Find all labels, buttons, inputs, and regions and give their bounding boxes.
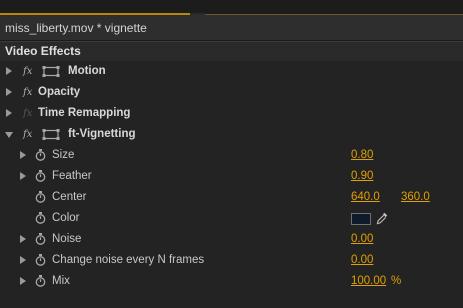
size-value[interactable]: 0.80 <box>351 145 373 166</box>
param-row-color[interactable]: Color <box>0 208 463 229</box>
param-row-size[interactable]: Size 0.80 <box>0 145 463 166</box>
expand-triangle-icon[interactable] <box>6 67 12 75</box>
clip-header: miss_liberty.mov * vignette <box>0 15 463 41</box>
fx-toggle-icon: fx <box>23 108 33 119</box>
expand-triangle-icon[interactable] <box>20 277 26 285</box>
expand-triangle-icon[interactable] <box>6 109 12 117</box>
param-row-mix[interactable]: Mix 100.00 % <box>0 271 463 292</box>
param-label: Size <box>52 149 75 161</box>
param-row-center[interactable]: Center 640.0 360.0 <box>0 187 463 208</box>
effect-name: Opacity <box>38 86 81 98</box>
fx-toggle-icon[interactable]: fx <box>23 61 32 82</box>
effect-name: Motion <box>68 65 106 77</box>
param-row-noise[interactable]: Noise 0.00 <box>0 229 463 250</box>
stopwatch-icon[interactable] <box>35 275 46 287</box>
expand-triangle-icon[interactable] <box>20 151 26 159</box>
param-row-change-noise[interactable]: Change noise every N frames 0.00 <box>0 250 463 271</box>
color-swatch[interactable] <box>351 213 371 225</box>
fx-toggle-icon[interactable]: fx <box>23 124 32 145</box>
center-x-value[interactable]: 640.0 <box>351 187 380 208</box>
section-title: Video Effects <box>5 44 81 58</box>
param-row-feather[interactable]: Feather 0.90 <box>0 166 463 187</box>
change-noise-value[interactable]: 0.00 <box>351 250 373 271</box>
video-effects-header: Video Effects <box>0 41 463 61</box>
mix-unit: % <box>391 275 402 287</box>
eyedropper-icon[interactable] <box>376 212 388 225</box>
param-label: Color <box>52 212 80 224</box>
stopwatch-icon[interactable] <box>35 170 46 182</box>
param-label: Center <box>52 191 87 203</box>
param-label: Change noise every N frames <box>52 254 205 266</box>
feather-value[interactable]: 0.90 <box>351 166 373 187</box>
stopwatch-icon[interactable] <box>35 233 46 245</box>
param-label: Feather <box>52 170 92 182</box>
param-label: Mix <box>52 275 70 287</box>
expand-triangle-icon[interactable] <box>20 235 26 243</box>
noise-value[interactable]: 0.00 <box>351 229 373 250</box>
collapse-triangle-icon[interactable] <box>5 132 13 138</box>
effect-row-time-remapping[interactable]: fx Time Remapping <box>0 103 463 124</box>
clip-title: miss_liberty.mov * vignette <box>5 21 147 35</box>
effect-row-vignetting[interactable]: fx ft-Vignetting <box>0 124 463 145</box>
stopwatch-icon[interactable] <box>35 191 46 203</box>
expand-triangle-icon[interactable] <box>20 172 26 180</box>
expand-triangle-icon[interactable] <box>6 88 12 96</box>
param-label: Noise <box>52 233 82 245</box>
effect-row-opacity[interactable]: fx Opacity <box>0 82 463 103</box>
fx-toggle-icon[interactable]: fx <box>23 82 32 103</box>
stopwatch-icon[interactable] <box>35 149 46 161</box>
effect-row-motion[interactable]: fx Motion <box>0 61 463 82</box>
mask-tools-icon[interactable] <box>42 66 62 77</box>
mix-value[interactable]: 100.00 <box>351 271 386 292</box>
stopwatch-icon[interactable] <box>35 254 46 266</box>
panel-tab-strip <box>0 0 463 15</box>
effect-name: ft-Vignetting <box>68 128 136 140</box>
center-y-value[interactable]: 360.0 <box>401 187 430 208</box>
panel-empty-area <box>0 293 463 308</box>
effect-name: Time Remapping <box>38 107 131 119</box>
mask-tools-icon[interactable] <box>42 129 62 140</box>
expand-triangle-icon[interactable] <box>20 256 26 264</box>
stopwatch-icon[interactable] <box>35 212 46 224</box>
